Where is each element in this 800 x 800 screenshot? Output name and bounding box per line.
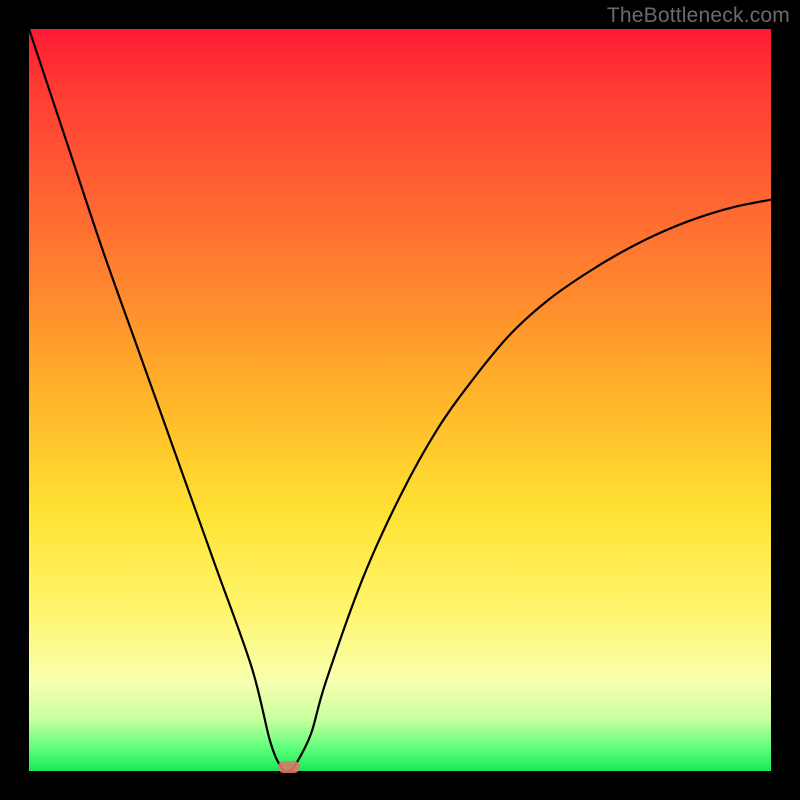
minimum-marker <box>278 761 300 773</box>
plot-area <box>29 29 771 771</box>
chart-frame: TheBottleneck.com <box>0 0 800 800</box>
watermark-text: TheBottleneck.com <box>607 4 790 28</box>
bottleneck-curve <box>29 29 771 771</box>
